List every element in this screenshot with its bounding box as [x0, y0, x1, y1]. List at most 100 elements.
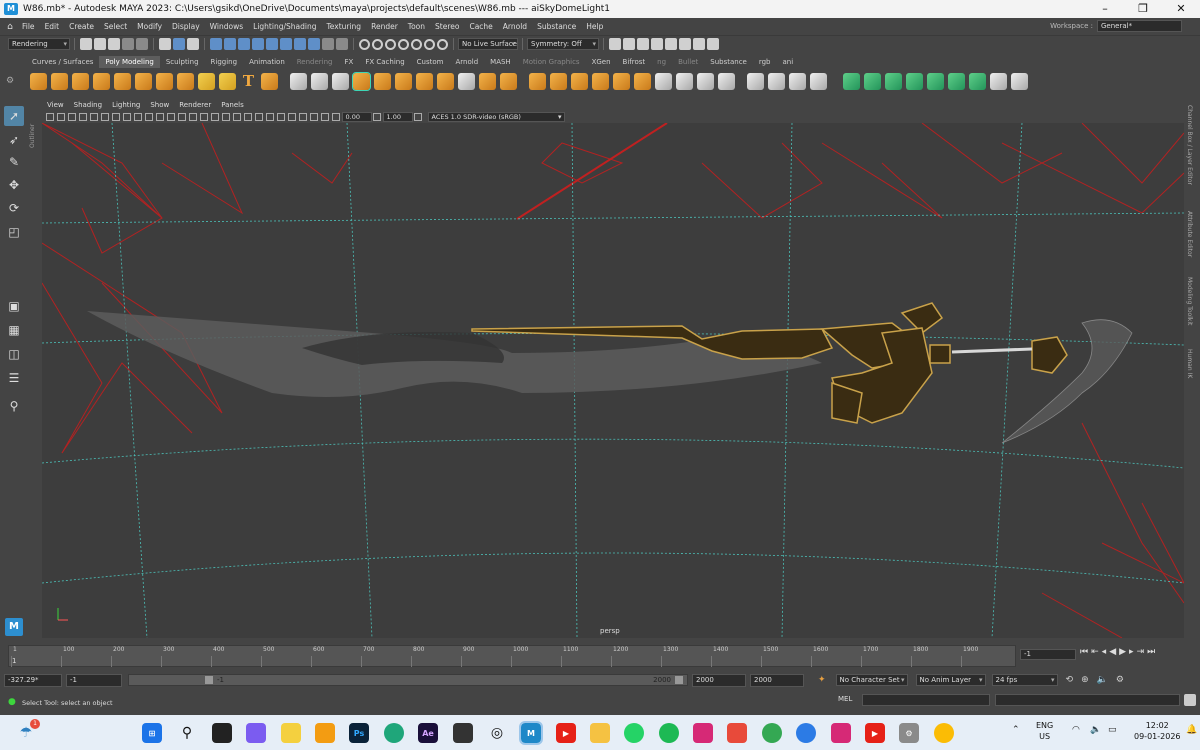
image-plane-icon[interactable] — [79, 113, 87, 121]
camera-select-icon[interactable] — [46, 113, 54, 121]
light-editor-icon[interactable] — [693, 38, 705, 50]
shadows-icon[interactable] — [244, 113, 252, 121]
menu-create[interactable]: Create — [64, 22, 99, 31]
settings-icon[interactable]: ⚙ — [899, 723, 919, 743]
playback-start-field[interactable]: -1 — [66, 673, 122, 687]
shelf-tab-bifrost[interactable]: Bifrost — [617, 56, 652, 68]
shelf-tab-sculpting[interactable]: Sculpting — [160, 56, 205, 68]
mirror-icon[interactable] — [374, 72, 391, 90]
svg-icon[interactable] — [261, 72, 278, 90]
shelf-tab-fx-caching[interactable]: FX Caching — [359, 56, 410, 68]
lasso-icon[interactable] — [359, 38, 370, 50]
sew-uv-icon[interactable] — [1011, 72, 1028, 90]
render-settings-icon[interactable] — [651, 38, 663, 50]
language-indicator[interactable]: ENG US — [1036, 720, 1053, 742]
script-editor-icon[interactable] — [1184, 694, 1196, 706]
target-weld-icon[interactable] — [768, 72, 785, 90]
panel-menu-lighting[interactable]: Lighting — [107, 101, 145, 109]
save-scene-icon[interactable] — [108, 38, 120, 50]
circularize-icon[interactable] — [634, 72, 651, 90]
snap-surface-icon[interactable] — [266, 38, 278, 50]
append-polygon-icon[interactable] — [571, 72, 588, 90]
shelf-tab-mash[interactable]: MASH — [484, 56, 517, 68]
extract-icon[interactable] — [437, 72, 454, 90]
chrome-2-icon[interactable] — [934, 723, 954, 743]
menu-cache[interactable]: Cache — [464, 22, 497, 31]
unfold-icon[interactable] — [948, 72, 965, 90]
planar-map-icon[interactable] — [864, 72, 881, 90]
shelf-tab-custom[interactable]: Custom — [411, 56, 450, 68]
range-slider[interactable]: -1 2000 — [128, 674, 688, 686]
instagram-icon[interactable] — [693, 723, 713, 743]
davinci-icon[interactable]: ◎ — [487, 723, 507, 743]
type-icon[interactable]: T — [240, 72, 257, 90]
boolean-icon[interactable] — [352, 71, 371, 91]
shelf-tab-poly-modeling[interactable]: Poly Modeling — [99, 56, 160, 68]
human-ik-tab[interactable]: Human IK — [1186, 349, 1193, 378]
color-management-icon[interactable] — [414, 113, 422, 121]
layout-uv-icon[interactable] — [969, 72, 986, 90]
bevel-icon[interactable] — [550, 72, 567, 90]
play-backwards-icon[interactable]: ◀ — [1109, 647, 1116, 657]
symmetry-dropdown[interactable]: Symmetry: Off — [527, 38, 599, 50]
perspective-viewport[interactable]: persp — [42, 123, 1184, 638]
delete-edge-icon[interactable] — [718, 72, 735, 90]
bridge-icon[interactable] — [500, 72, 517, 90]
snap-pivot-icon[interactable] — [280, 38, 292, 50]
mel-label[interactable]: MEL — [838, 695, 852, 703]
textured-icon[interactable] — [222, 113, 230, 121]
search-button-icon[interactable]: ⚲ — [177, 723, 197, 743]
shelf-tab-arnold[interactable]: Arnold — [450, 56, 485, 68]
gate-mask-icon[interactable] — [145, 113, 153, 121]
ipr-render-icon[interactable] — [637, 38, 649, 50]
single-view-icon[interactable]: ▣ — [4, 296, 24, 316]
app-link-icon[interactable] — [453, 723, 473, 743]
menu-render[interactable]: Render — [366, 22, 403, 31]
wireframe-icon[interactable] — [189, 113, 197, 121]
notification-icon[interactable]: 🔔 — [1186, 725, 1197, 735]
after-effects-icon[interactable]: Ae — [418, 723, 438, 743]
minimize-button[interactable]: – — [1086, 0, 1124, 18]
poly-disc-icon[interactable] — [156, 72, 173, 90]
file-explorer-icon[interactable] — [590, 723, 610, 743]
reduce-icon[interactable] — [479, 72, 496, 90]
camera-attributes-icon[interactable] — [57, 113, 65, 121]
shelf-tab-rgb[interactable]: rgb — [753, 56, 777, 68]
select-component-icon[interactable] — [187, 38, 199, 50]
copilot-icon[interactable] — [246, 723, 266, 743]
step-forward-key-icon[interactable]: ⇥ — [1137, 647, 1145, 657]
go-to-start-icon[interactable]: ⏮ — [1080, 647, 1088, 657]
move-tool-icon[interactable]: ✥ — [4, 175, 24, 195]
modeling-toolkit-tab[interactable]: Modeling Toolkit — [1186, 277, 1193, 325]
range-start-handle[interactable] — [205, 676, 213, 684]
smooth-shade-icon[interactable] — [200, 113, 208, 121]
poly-torus-icon[interactable] — [114, 72, 131, 90]
platonic-solid-icon[interactable] — [177, 72, 194, 90]
shelf-tab-fx[interactable]: FX — [339, 56, 360, 68]
quad-draw-icon[interactable] — [810, 72, 827, 90]
depth-of-field-icon[interactable] — [288, 113, 296, 121]
workspace-dropdown[interactable]: General* — [1097, 20, 1182, 32]
sweep-mesh-icon[interactable] — [219, 72, 236, 90]
home-icon[interactable]: ⌂ — [3, 22, 17, 32]
grease-pencil-icon[interactable] — [101, 113, 109, 121]
connect-icon[interactable] — [789, 72, 806, 90]
new-scene-icon[interactable] — [80, 38, 92, 50]
youtube-2-icon[interactable]: ▶ — [865, 723, 885, 743]
clock[interactable]: 12:02 09-01-2026 — [1134, 720, 1181, 742]
range-end-handle[interactable] — [675, 676, 683, 684]
menu-file[interactable]: File — [17, 22, 40, 31]
channel-box-tab[interactable]: Channel Box / Layer Editor — [1186, 105, 1193, 185]
extrude-icon[interactable] — [529, 72, 546, 90]
photoshop-icon[interactable]: Ps — [349, 723, 369, 743]
undo-icon[interactable] — [122, 38, 134, 50]
play-forwards-icon[interactable]: ▶ — [1119, 647, 1126, 657]
xray-joints-icon[interactable] — [321, 113, 329, 121]
snap-projected-icon[interactable] — [294, 38, 306, 50]
poly-sphere-icon[interactable] — [30, 72, 47, 90]
task-view-icon[interactable] — [212, 723, 232, 743]
time-slider-track[interactable]: 1 100 200 300 400 500 600 700 800 900 1000 1100 1200… — [8, 645, 1016, 667]
view-transform-dropdown[interactable]: ACES 1.0 SDR-video (sRGB) — [427, 112, 565, 122]
panel-menu-renderer[interactable]: Renderer — [174, 101, 216, 109]
edge-browser-icon[interactable] — [384, 723, 404, 743]
